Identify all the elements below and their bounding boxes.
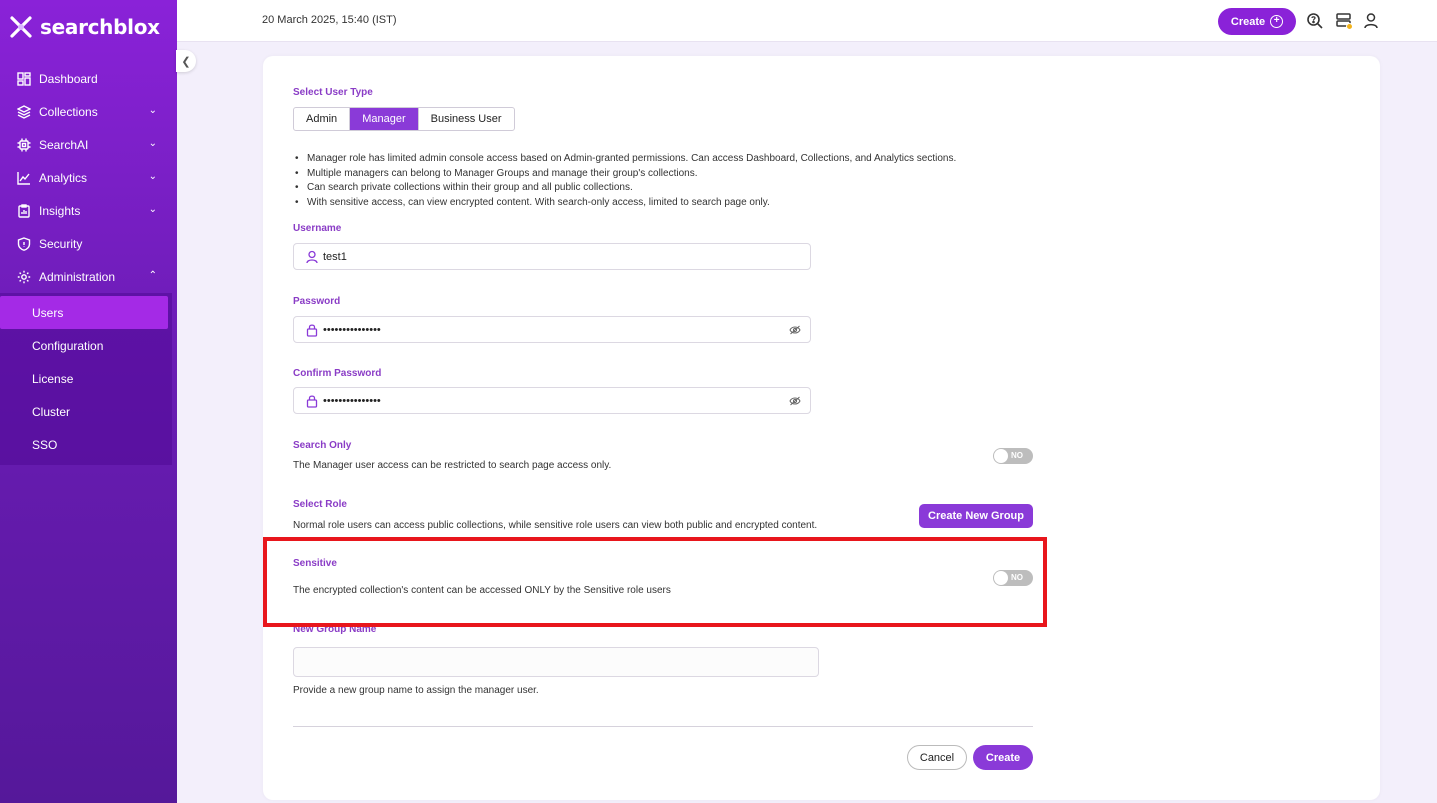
- sidebar: searchblox Dashboard Collections ⌄ Searc…: [0, 0, 177, 803]
- search-only-toggle[interactable]: NO: [993, 448, 1033, 464]
- sidebar-item-collections[interactable]: Collections ⌄: [0, 95, 177, 128]
- new-group-name-field[interactable]: [293, 647, 819, 677]
- search-only-description: The Manager user access can be restricte…: [293, 460, 612, 471]
- sidebar-subitem-configuration[interactable]: Configuration: [0, 329, 172, 362]
- sidebar-subitem-users[interactable]: Users: [0, 296, 168, 329]
- datetime: 20 March 2025, 15:40 (IST): [262, 14, 397, 26]
- chevron-down-icon: ⌄: [148, 138, 157, 149]
- sidebar-subitem-cluster[interactable]: Cluster: [0, 395, 172, 428]
- submit-create-button[interactable]: Create: [973, 745, 1033, 770]
- sidebar-item-searchai[interactable]: SearchAI ⌄: [0, 128, 177, 161]
- create-button-label: Create: [1230, 15, 1266, 28]
- topbar: 20 March 2025, 15:40 (IST) Create +: [177, 0, 1437, 42]
- create-button[interactable]: Create +: [1218, 8, 1296, 35]
- confirm-password-label: Confirm Password: [293, 368, 382, 379]
- sidebar-item-security[interactable]: Security: [0, 227, 177, 260]
- sidebar-item-label: Insights: [39, 203, 81, 218]
- sidebar-item-label: Security: [39, 236, 83, 251]
- cancel-button[interactable]: Cancel: [907, 745, 967, 770]
- password-label: Password: [293, 296, 341, 307]
- sidebar-item-label: Collections: [39, 104, 98, 119]
- new-group-name-help: Provide a new group name to assign the m…: [293, 685, 539, 696]
- confirm-password-value: •••••••••••••••: [323, 395, 381, 407]
- user-type-business-user[interactable]: Business User: [419, 108, 514, 130]
- dashboard-icon: [16, 71, 32, 87]
- clipboard-icon: [16, 203, 32, 219]
- chart-icon: [16, 170, 32, 186]
- sidebar-item-label: SearchAI: [39, 137, 89, 152]
- chip-icon: [16, 137, 32, 153]
- administration-submenu: Users Configuration License Cluster SSO: [0, 293, 172, 465]
- layers-icon: [16, 104, 32, 120]
- lock-icon: [306, 395, 318, 408]
- user-type-label: Select User Type: [293, 87, 373, 98]
- highlight-box: [263, 537, 1047, 627]
- logo-text: searchblox: [40, 15, 160, 39]
- shield-icon: [16, 236, 32, 252]
- list-item: Multiple managers can belong to Manager …: [293, 167, 956, 182]
- sidebar-subitem-sso[interactable]: SSO: [0, 428, 172, 461]
- eye-off-icon[interactable]: [789, 325, 801, 335]
- collapse-sidebar-button[interactable]: ❮: [176, 50, 196, 72]
- user-type-admin[interactable]: Admin: [294, 108, 351, 130]
- username-label: Username: [293, 223, 342, 234]
- divider: [293, 726, 1033, 727]
- gear-icon: [16, 269, 32, 285]
- lock-icon: [306, 324, 318, 337]
- plus-circle-icon: +: [1270, 15, 1284, 28]
- create-new-group-button[interactable]: Create New Group: [919, 504, 1033, 528]
- select-role-label: Select Role: [293, 499, 347, 510]
- search-only-label: Search Only: [293, 440, 352, 451]
- username-field[interactable]: test1: [293, 243, 811, 270]
- role-description-list: Manager role has limited admin console a…: [293, 152, 956, 210]
- eye-off-icon[interactable]: [789, 396, 801, 406]
- sidebar-item-insights[interactable]: Insights ⌄: [0, 194, 177, 227]
- logo[interactable]: searchblox: [8, 12, 160, 42]
- password-value: •••••••••••••••: [323, 324, 381, 336]
- user-profile-icon[interactable]: [1362, 12, 1380, 30]
- user-type-selector: Admin Manager Business User: [293, 107, 515, 131]
- select-role-description: Normal role users can access public coll…: [293, 520, 818, 531]
- list-item: Manager role has limited admin console a…: [293, 152, 956, 167]
- toggle-knob: [994, 449, 1008, 463]
- user-type-manager[interactable]: Manager: [350, 108, 419, 130]
- sidebar-item-label: Dashboard: [39, 71, 98, 86]
- create-user-form: Select User Type Admin Manager Business …: [263, 56, 1380, 800]
- chevron-down-icon: ⌄: [148, 105, 157, 116]
- sidebar-nav: Dashboard Collections ⌄ SearchAI ⌄ Analy…: [0, 62, 177, 465]
- sidebar-item-administration[interactable]: Administration ⌃: [0, 260, 177, 293]
- toggle-state: NO: [1011, 451, 1023, 460]
- user-icon: [306, 250, 318, 264]
- sidebar-item-analytics[interactable]: Analytics ⌄: [0, 161, 177, 194]
- confirm-password-field[interactable]: •••••••••••••••: [293, 387, 811, 414]
- list-item: Can search private collections within th…: [293, 181, 956, 196]
- chevron-down-icon: ⌄: [148, 171, 157, 182]
- chevron-left-icon: ❮: [181, 55, 191, 68]
- list-item: With sensitive access, can view encrypte…: [293, 196, 956, 211]
- sidebar-item-dashboard[interactable]: Dashboard: [0, 62, 177, 95]
- searchblox-logo-icon: [10, 16, 32, 38]
- sidebar-item-label: Analytics: [39, 170, 88, 185]
- help-search-icon[interactable]: [1306, 12, 1324, 30]
- password-field[interactable]: •••••••••••••••: [293, 316, 811, 343]
- username-value: test1: [323, 251, 347, 263]
- server-status-icon[interactable]: [1335, 12, 1353, 30]
- chevron-down-icon: ⌄: [148, 204, 157, 215]
- chevron-up-icon: ⌃: [148, 270, 157, 281]
- sidebar-subitem-license[interactable]: License: [0, 362, 172, 395]
- sidebar-item-label: Administration: [39, 269, 116, 284]
